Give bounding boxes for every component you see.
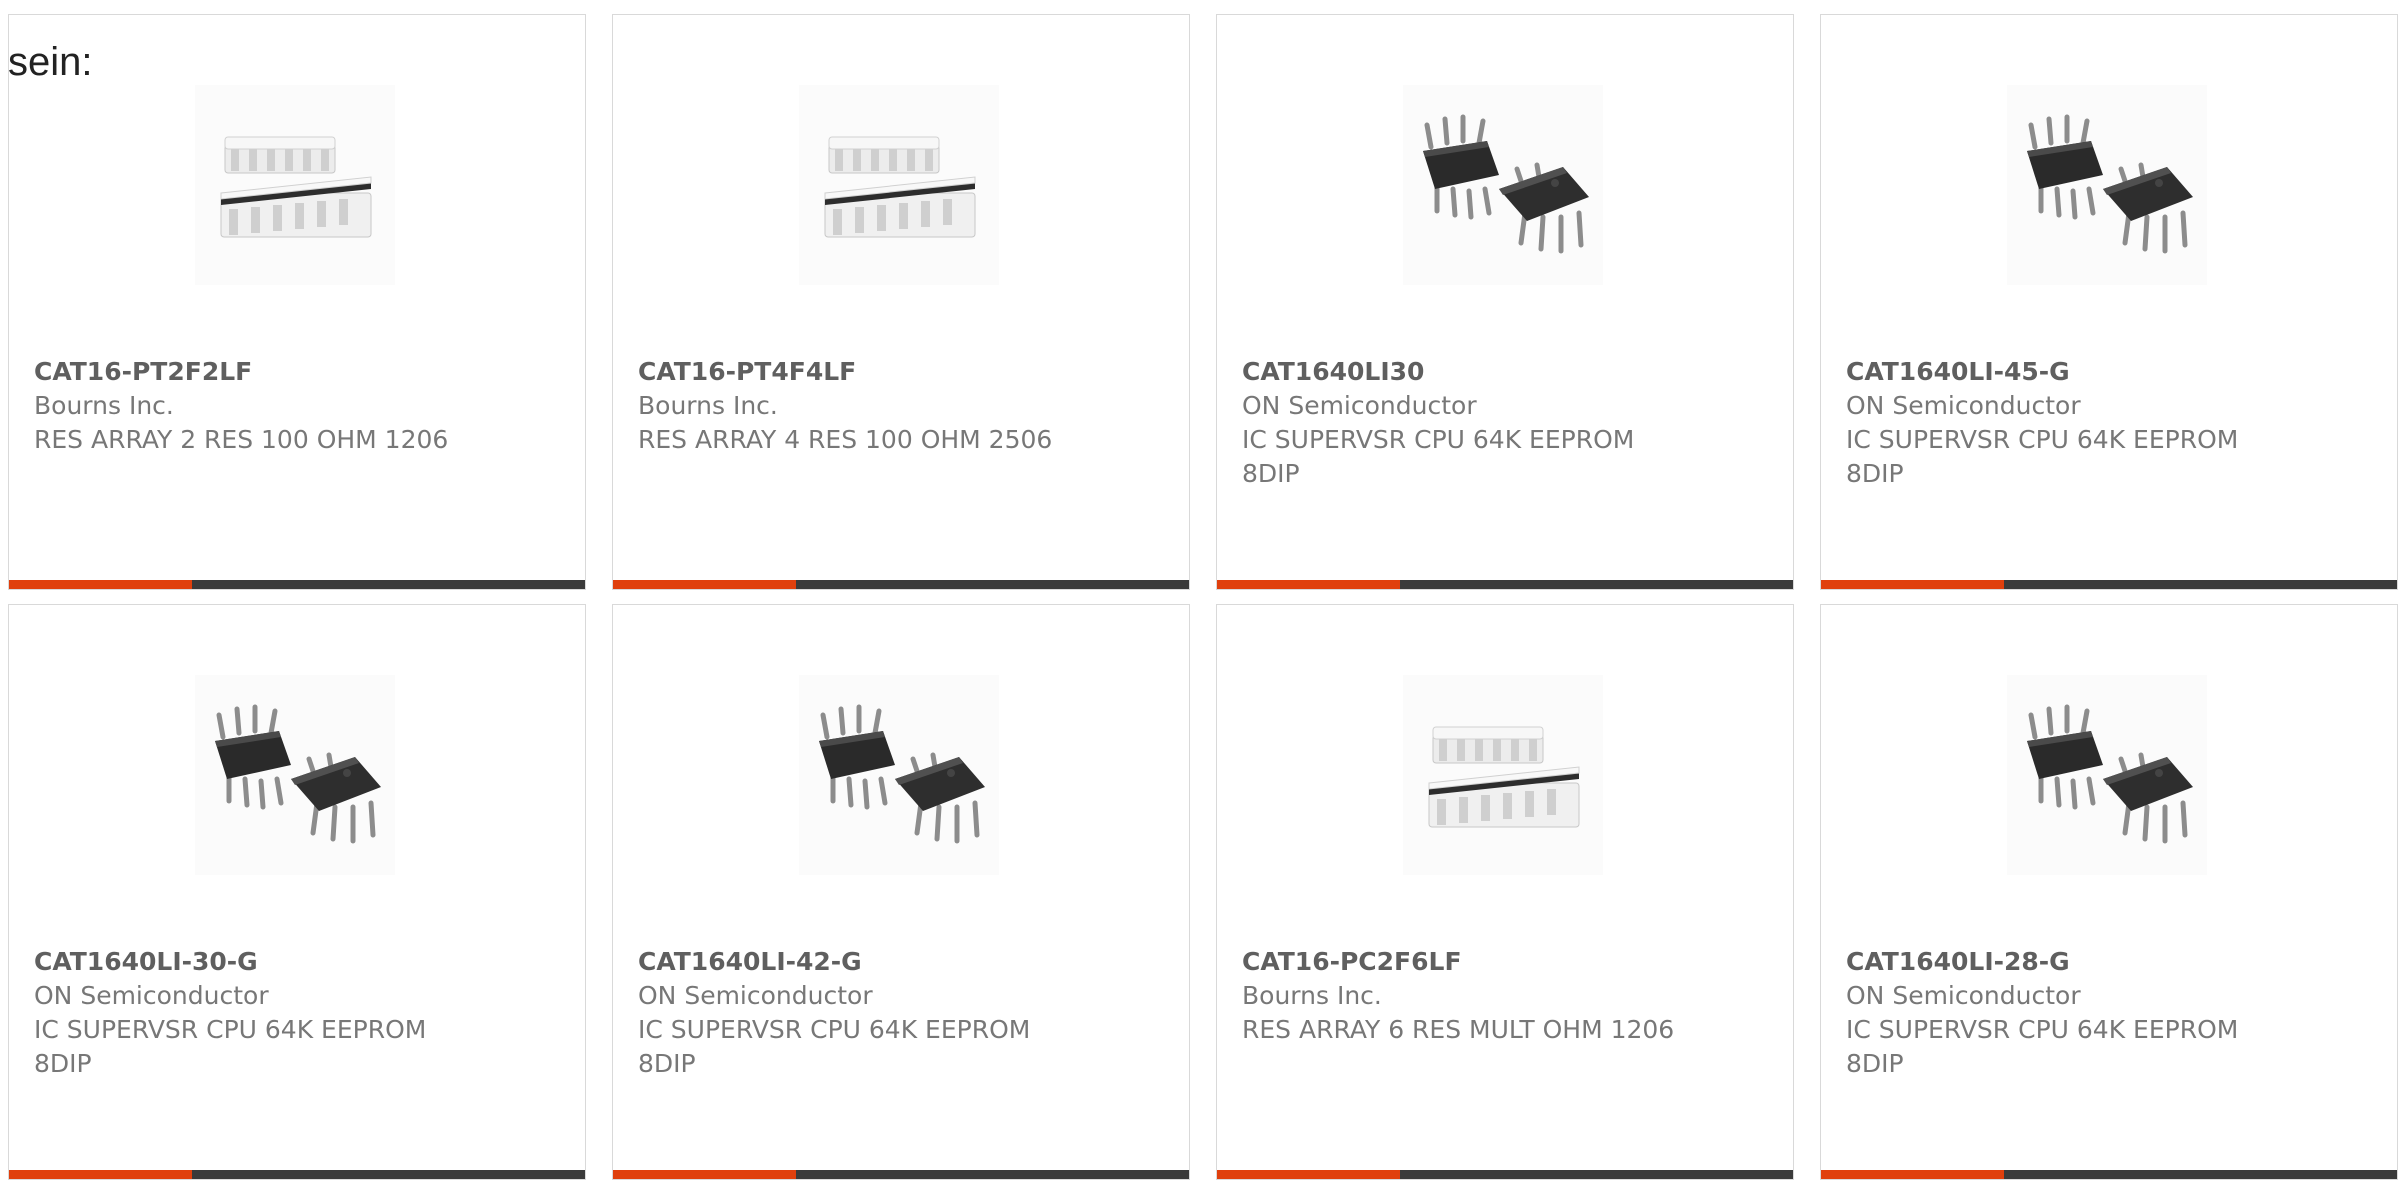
- product-info: CAT1640LI-45-G ON Semiconductor IC SUPER…: [1846, 355, 2286, 491]
- card-bottom-bar: [613, 580, 1189, 589]
- product-info: CAT1640LI30 ON Semiconductor IC SUPERVSR…: [1242, 355, 1682, 491]
- product-grid: CAT16-PT2F2LF Bourns Inc. RES ARRAY 2 RE…: [8, 14, 2400, 1180]
- card-accent: [613, 1170, 796, 1179]
- card-bottom-bar: [1217, 580, 1793, 589]
- resistor-array-icon: [1428, 726, 1580, 828]
- manufacturer: Bourns Inc.: [1242, 981, 1382, 1010]
- card-bottom-bar: [613, 1170, 1189, 1179]
- description: RES ARRAY 4 RES 100 OHM 2506: [638, 425, 1053, 454]
- product-card[interactable]: CAT1640LI-28-G ON Semiconductor IC SUPER…: [1820, 604, 2398, 1180]
- product-info: CAT16-PC2F6LF Bourns Inc. RES ARRAY 6 RE…: [1242, 945, 1682, 1047]
- intro-text: sein:: [8, 40, 93, 84]
- product-image[interactable]: [195, 85, 395, 285]
- dip-ic-icon: [2027, 114, 2193, 254]
- card-bottom-bar: [1821, 1170, 2397, 1179]
- card-bottom-bar: [9, 1170, 585, 1179]
- dip-ic-icon: [819, 704, 985, 844]
- dip-ic-icon: [215, 704, 381, 844]
- dip-ic-icon: [1423, 114, 1589, 254]
- product-card[interactable]: CAT16-PT4F4LF Bourns Inc. RES ARRAY 4 RE…: [612, 14, 1190, 590]
- manufacturer: ON Semiconductor: [638, 981, 873, 1010]
- product-image[interactable]: [799, 85, 999, 285]
- description: IC SUPERVSR CPU 64K EEPROM 8DIP: [1846, 1015, 2239, 1078]
- product-image[interactable]: [1403, 85, 1603, 285]
- part-number-link[interactable]: CAT1640LI-45-G: [1846, 355, 2286, 389]
- card-bottom-bar: [1821, 580, 2397, 589]
- product-card[interactable]: CAT1640LI-42-G ON Semiconductor IC SUPER…: [612, 604, 1190, 1180]
- product-card[interactable]: CAT16-PC2F6LF Bourns Inc. RES ARRAY 6 RE…: [1216, 604, 1794, 1180]
- resistor-array-icon: [824, 136, 976, 238]
- description: RES ARRAY 2 RES 100 OHM 1206: [34, 425, 449, 454]
- product-info: CAT1640LI-30-G ON Semiconductor IC SUPER…: [34, 945, 474, 1081]
- card-accent: [9, 1170, 192, 1179]
- manufacturer: ON Semiconductor: [1846, 981, 2081, 1010]
- product-card[interactable]: CAT1640LI-45-G ON Semiconductor IC SUPER…: [1820, 14, 2398, 590]
- product-info: CAT1640LI-28-G ON Semiconductor IC SUPER…: [1846, 945, 2286, 1081]
- description: IC SUPERVSR CPU 64K EEPROM 8DIP: [1242, 425, 1635, 488]
- part-number-link[interactable]: CAT1640LI-30-G: [34, 945, 474, 979]
- product-card[interactable]: CAT16-PT2F2LF Bourns Inc. RES ARRAY 2 RE…: [8, 14, 586, 590]
- product-card[interactable]: CAT1640LI30 ON Semiconductor IC SUPERVSR…: [1216, 14, 1794, 590]
- product-info: CAT16-PT4F4LF Bourns Inc. RES ARRAY 4 RE…: [638, 355, 1078, 457]
- card-accent: [1821, 580, 2004, 589]
- product-image[interactable]: [799, 675, 999, 875]
- product-info: CAT1640LI-42-G ON Semiconductor IC SUPER…: [638, 945, 1078, 1081]
- description: IC SUPERVSR CPU 64K EEPROM 8DIP: [1846, 425, 2239, 488]
- card-accent: [1217, 1170, 1400, 1179]
- part-number-link[interactable]: CAT1640LI30: [1242, 355, 1682, 389]
- description: IC SUPERVSR CPU 64K EEPROM 8DIP: [34, 1015, 427, 1078]
- card-accent: [9, 580, 192, 589]
- dip-ic-icon: [2027, 704, 2193, 844]
- description: RES ARRAY 6 RES MULT OHM 1206: [1242, 1015, 1675, 1044]
- part-number-link[interactable]: CAT1640LI-42-G: [638, 945, 1078, 979]
- card-accent: [1821, 1170, 2004, 1179]
- card-accent: [1217, 580, 1400, 589]
- manufacturer: Bourns Inc.: [638, 391, 778, 420]
- product-image[interactable]: [2007, 675, 2207, 875]
- product-image[interactable]: [2007, 85, 2207, 285]
- product-image[interactable]: [195, 675, 395, 875]
- description: IC SUPERVSR CPU 64K EEPROM 8DIP: [638, 1015, 1031, 1078]
- product-card[interactable]: CAT1640LI-30-G ON Semiconductor IC SUPER…: [8, 604, 586, 1180]
- manufacturer: ON Semiconductor: [1242, 391, 1477, 420]
- resistor-array-icon: [220, 136, 372, 238]
- product-info: CAT16-PT2F2LF Bourns Inc. RES ARRAY 2 RE…: [34, 355, 474, 457]
- part-number-link[interactable]: CAT16-PT2F2LF: [34, 355, 474, 389]
- part-number-link[interactable]: CAT16-PT4F4LF: [638, 355, 1078, 389]
- manufacturer: Bourns Inc.: [34, 391, 174, 420]
- manufacturer: ON Semiconductor: [1846, 391, 2081, 420]
- part-number-link[interactable]: CAT1640LI-28-G: [1846, 945, 2286, 979]
- card-bottom-bar: [9, 580, 585, 589]
- part-number-link[interactable]: CAT16-PC2F6LF: [1242, 945, 1682, 979]
- product-image[interactable]: [1403, 675, 1603, 875]
- card-bottom-bar: [1217, 1170, 1793, 1179]
- card-accent: [613, 580, 796, 589]
- manufacturer: ON Semiconductor: [34, 981, 269, 1010]
